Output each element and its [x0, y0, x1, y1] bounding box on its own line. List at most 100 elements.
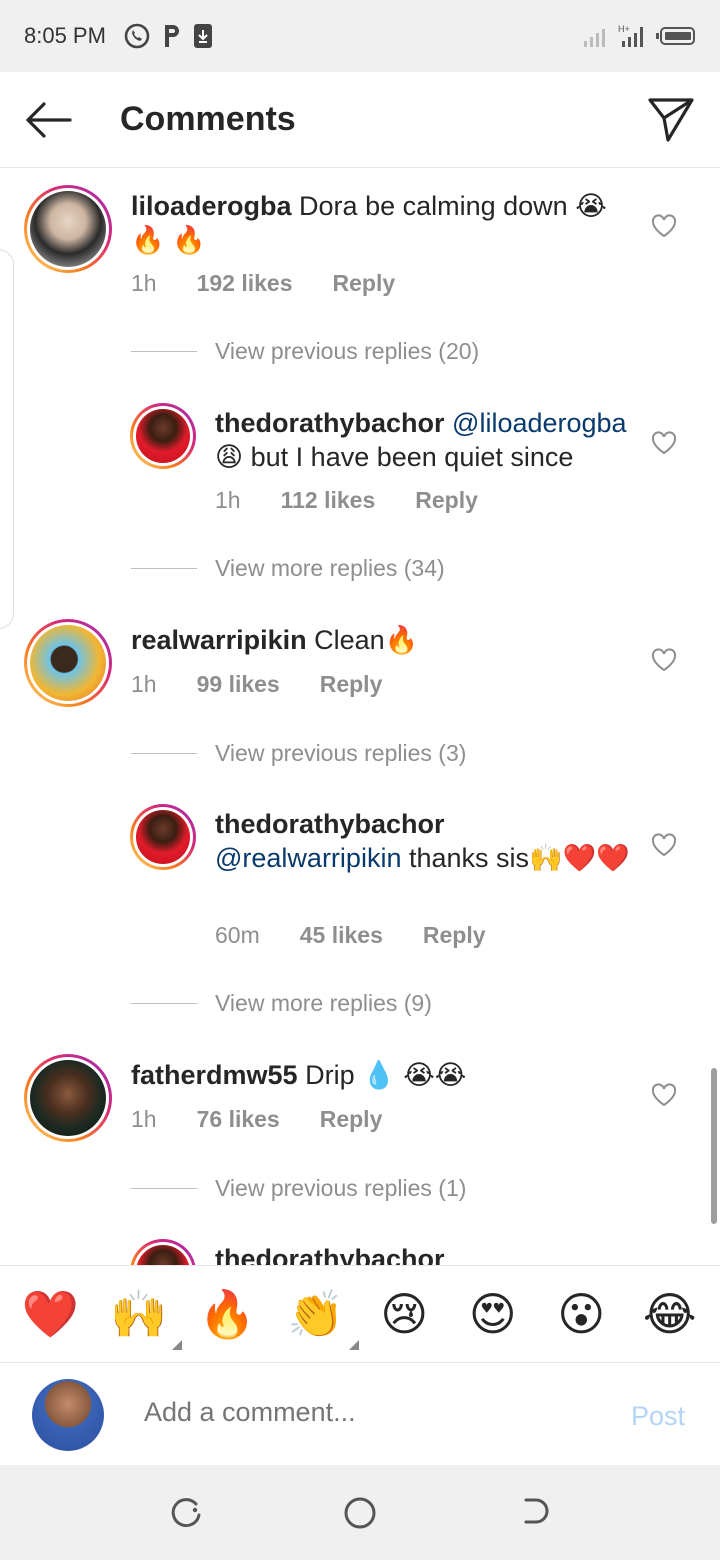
scrollbar[interactable] — [711, 1068, 717, 1224]
comment-text: liloaderogba Dora be calming down 😭🔥 🔥 — [131, 189, 631, 257]
download-icon — [193, 24, 212, 48]
view-replies-link[interactable]: View previous replies (1) — [131, 1175, 466, 1202]
page-title: Comments — [120, 100, 296, 138]
comment-username[interactable]: liloaderogba — [131, 191, 292, 221]
view-replies-label: View more replies (9) — [215, 990, 432, 1016]
direct-message-icon[interactable] — [646, 94, 696, 144]
comment-meta: 1h 76 likes Reply — [131, 1106, 382, 1133]
comment-time: 1h — [215, 487, 241, 513]
comment-time: 60m — [215, 922, 260, 948]
likes-count[interactable]: 192 likes — [197, 270, 293, 297]
likes-count[interactable]: 112 likes — [281, 487, 376, 514]
reaction-raised-hands[interactable]: 🙌 — [104, 1287, 182, 1350]
view-replies-label: View previous replies (1) — [215, 1175, 467, 1201]
status-time: 8:05 PM — [24, 23, 106, 48]
view-replies-link[interactable]: View previous replies (3) — [131, 740, 466, 767]
like-heart-icon[interactable] — [650, 1082, 678, 1108]
likes-count[interactable]: 45 likes — [300, 922, 383, 949]
battery-icon — [656, 27, 695, 45]
skin-tone-indicator — [171, 1339, 182, 1350]
panel-edge — [0, 249, 14, 629]
home-icon[interactable] — [342, 1495, 378, 1531]
comment-username[interactable]: realwarripikin — [131, 625, 307, 655]
whatsapp-icon — [124, 23, 150, 49]
reaction-crying[interactable]: 😢 — [369, 1287, 439, 1341]
avatar[interactable] — [130, 403, 196, 469]
comment-text: thedorathybachor @liloaderogba 😩 but I h… — [215, 406, 635, 474]
view-replies-label: View previous replies (3) — [215, 740, 467, 766]
reaction-glyph: 🙌 — [110, 1287, 168, 1340]
view-replies-link[interactable]: View previous replies (20) — [131, 338, 479, 365]
divider — [131, 753, 197, 754]
comment-body: Drip 💧 😭😭 — [305, 1060, 467, 1090]
like-heart-icon[interactable] — [650, 213, 678, 239]
comment-meta: 1h 99 likes Reply — [131, 671, 382, 698]
avatar[interactable] — [24, 185, 112, 273]
reaction-surprised[interactable]: 😮 — [546, 1287, 616, 1341]
comment-username[interactable]: thedorathybachor — [215, 809, 445, 839]
signal-4g-icon: H+ — [618, 24, 643, 47]
reaction-heart[interactable]: ❤️ — [15, 1287, 85, 1342]
likes-count[interactable]: 76 likes — [197, 1106, 280, 1133]
comment-username[interactable]: thedorathybachor — [215, 1244, 445, 1265]
comments-list[interactable]: liloaderogba Dora be calming down 😭🔥 🔥 1… — [0, 169, 720, 1265]
comment-body: 😩 but I have been quiet since — [215, 442, 574, 472]
avatar[interactable] — [130, 804, 196, 870]
reply-button[interactable]: Reply — [415, 487, 478, 514]
comment-time: 1h — [131, 270, 157, 296]
top-bar: Comments — [0, 72, 720, 168]
comment-time: 1h — [131, 671, 157, 697]
divider — [131, 1188, 197, 1189]
parking-app-icon — [164, 25, 179, 47]
reply-button[interactable]: Reply — [423, 922, 486, 949]
mention-link[interactable]: @liloaderogba — [452, 408, 627, 438]
comment-meta: 1h 192 likes Reply — [131, 270, 395, 297]
view-replies-label: View previous replies (20) — [215, 338, 480, 364]
quick-reactions-bar: ❤️ 🙌 🔥 👏 😢 😍 😮 😂 — [0, 1265, 720, 1363]
divider — [131, 1003, 197, 1004]
comment-body: Clean🔥 — [314, 625, 419, 655]
like-heart-icon[interactable] — [650, 832, 678, 858]
like-heart-icon[interactable] — [650, 647, 678, 673]
reply-button[interactable]: Reply — [333, 270, 396, 297]
status-bar: 8:05 PM H+ — [0, 0, 720, 72]
like-heart-icon[interactable] — [650, 430, 678, 456]
back-icon[interactable] — [516, 1495, 552, 1531]
post-button[interactable]: Post — [631, 1401, 685, 1432]
comment-username[interactable]: thedorathybachor — [215, 408, 445, 438]
avatar[interactable] — [24, 619, 112, 707]
comment-text: fatherdmw55 Drip 💧 😭😭 — [131, 1058, 631, 1092]
svg-text:H+: H+ — [618, 24, 630, 34]
recent-apps-icon[interactable] — [168, 1495, 204, 1531]
avatar[interactable] — [24, 1054, 112, 1142]
reaction-heart-eyes[interactable]: 😍 — [458, 1287, 528, 1341]
avatar[interactable] — [130, 1239, 196, 1265]
system-nav-bar — [0, 1465, 720, 1560]
reaction-glyph: 👏 — [287, 1287, 345, 1340]
reply-button[interactable]: Reply — [320, 1106, 383, 1133]
mention-link[interactable]: @realwarripikin — [215, 843, 401, 873]
comment-text: thedorathybachor @realwarripikin thanks … — [215, 807, 635, 875]
comment-text: thedorathybachor — [215, 1242, 635, 1265]
reaction-fire[interactable]: 🔥 — [192, 1287, 262, 1342]
reply-button[interactable]: Reply — [320, 671, 383, 698]
comment-text: realwarripikin Clean🔥 — [131, 623, 631, 657]
back-arrow-icon[interactable] — [22, 98, 74, 142]
comment-username[interactable]: fatherdmw55 — [131, 1060, 298, 1090]
view-replies-link[interactable]: View more replies (9) — [131, 990, 432, 1017]
divider — [131, 568, 197, 569]
reaction-laughing[interactable]: 😂 — [635, 1287, 705, 1341]
view-replies-label: View more replies (34) — [215, 555, 445, 581]
comment-body: thanks sis🙌❤️❤️ — [408, 843, 630, 873]
comment-meta: 1h 112 likes Reply — [215, 487, 478, 514]
current-user-avatar — [32, 1379, 104, 1451]
comment-time: 1h — [131, 1106, 157, 1132]
reaction-clap[interactable]: 👏 — [281, 1287, 359, 1350]
signal-icon — [584, 29, 605, 47]
comment-composer: Post — [0, 1363, 720, 1465]
divider — [131, 351, 197, 352]
likes-count[interactable]: 99 likes — [197, 671, 280, 698]
skin-tone-indicator — [348, 1339, 359, 1350]
view-replies-link[interactable]: View more replies (34) — [131, 555, 445, 582]
comment-input[interactable] — [144, 1397, 564, 1428]
